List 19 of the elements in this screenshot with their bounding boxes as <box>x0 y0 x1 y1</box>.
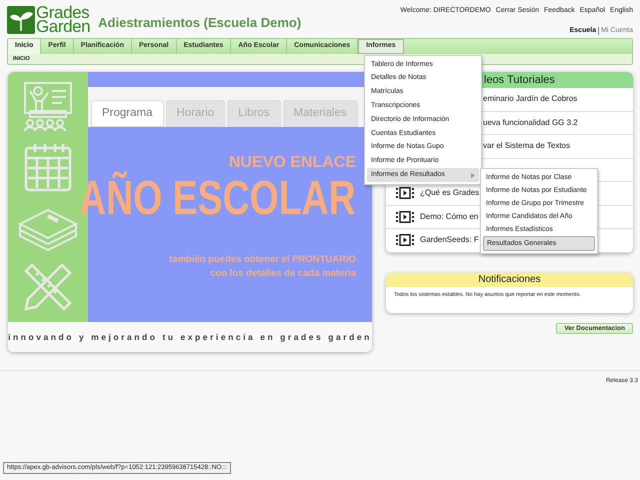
panel-title: Notificaciones <box>478 273 541 287</box>
calendar-icon <box>23 142 73 192</box>
ruler-pencil-icon <box>22 261 74 314</box>
banner-subline: también puedes obtener el PRONTUARIO <box>169 253 356 267</box>
video-link[interactable]: ¿Qué es Grades <box>386 187 480 200</box>
panel-title: leos Tutoriales <box>484 72 555 88</box>
video-icon <box>396 210 414 223</box>
page-title: Adiestramientos (Escuela Demo) <box>98 14 302 32</box>
banner-tagline: innovando y mejorando tu experiencia en grades garden <box>8 330 372 344</box>
video-icon <box>396 234 414 246</box>
video-link[interactable]: Demo: Cómo en <box>386 210 478 223</box>
video-link[interactable]: GardenSeeds: F <box>386 234 479 246</box>
banner-subline: con los detalles de cada materia <box>210 267 356 282</box>
logo-plant-icon <box>7 6 35 34</box>
teacher-icon <box>22 80 74 133</box>
banner-kicker: NUEVO ENLACE <box>228 155 356 171</box>
logo-wordmark: Grades Garden <box>36 6 90 34</box>
banner-tab[interactable]: Programa <box>91 100 164 127</box>
video-icon <box>396 187 414 200</box>
